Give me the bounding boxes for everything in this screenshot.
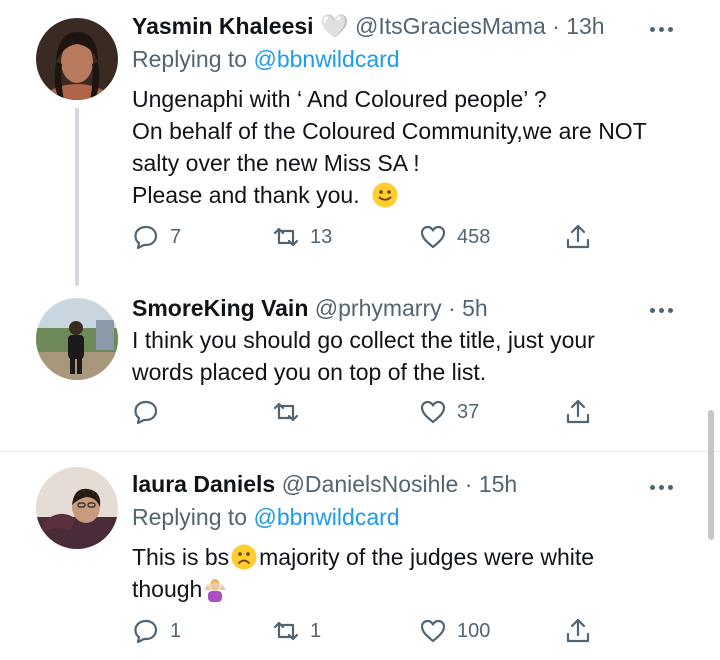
tweet-text: This is bs majority of the judges were w… bbox=[132, 541, 700, 605]
reply-count: 7 bbox=[170, 225, 182, 248]
tweet-actions: 1 1 100 bbox=[132, 616, 602, 646]
tweet-text-line: though bbox=[132, 573, 700, 605]
white-heart-emoji: 🤍 bbox=[319, 13, 349, 39]
tweet-2[interactable]: SmoreKing Vain @prhymarry · 5h I think y… bbox=[0, 285, 720, 450]
reply-icon bbox=[134, 225, 158, 250]
tweet-text-line: This is bs majority of the judges were w… bbox=[132, 541, 700, 573]
retweet-icon bbox=[273, 227, 299, 247]
share-icon bbox=[566, 399, 590, 424]
share-button[interactable] bbox=[564, 397, 592, 427]
more-icon[interactable] bbox=[650, 305, 680, 315]
retweet-button[interactable] bbox=[272, 397, 310, 427]
tweet-header: Yasmin Khaleesi 🤍 @ItsGraciesMama · 13h bbox=[132, 11, 700, 41]
retweet-icon bbox=[273, 621, 299, 641]
replying-to-label: Replying to bbox=[132, 504, 248, 530]
reply-button[interactable]: 1 bbox=[132, 616, 181, 646]
tweet-text-segment: though bbox=[132, 576, 203, 602]
tweet-text-segment: This is bs bbox=[132, 544, 230, 570]
tweet-text-line: salty over the new Miss SA ! bbox=[132, 150, 420, 176]
thread-line bbox=[75, 108, 79, 286]
share-icon bbox=[566, 224, 590, 249]
retweet-button[interactable]: 13 bbox=[272, 222, 332, 252]
like-count: 458 bbox=[457, 225, 491, 248]
more-icon[interactable] bbox=[650, 24, 680, 34]
avatar[interactable] bbox=[36, 298, 118, 380]
retweet-count: 1 bbox=[310, 619, 322, 642]
timestamp[interactable]: 5h bbox=[462, 295, 488, 321]
tweet-actions: 7 13 458 bbox=[132, 222, 602, 252]
avatar[interactable] bbox=[36, 467, 118, 549]
reply-mention-link[interactable]: @bbnwildcard bbox=[253, 504, 399, 530]
reply-icon bbox=[134, 619, 158, 644]
person-shrugging-emoji bbox=[202, 576, 228, 602]
reply-icon bbox=[134, 400, 158, 425]
like-button[interactable]: 458 bbox=[419, 222, 490, 252]
reply-button[interactable]: 7 bbox=[132, 222, 181, 252]
replying-to-label: Replying to bbox=[132, 46, 248, 72]
heart-icon bbox=[420, 400, 446, 424]
separator: · bbox=[464, 471, 473, 497]
like-button[interactable]: 100 bbox=[419, 616, 490, 646]
separator: · bbox=[552, 13, 560, 39]
share-button[interactable] bbox=[564, 222, 592, 252]
user-handle[interactable]: @prhymarry bbox=[315, 295, 442, 321]
tweet-text-line: On behalf of the Coloured Community,we a… bbox=[132, 118, 647, 144]
heart-icon bbox=[420, 225, 446, 249]
tweet-header: SmoreKing Vain @prhymarry · 5h bbox=[132, 293, 700, 323]
reply-count: 1 bbox=[170, 619, 182, 642]
timestamp[interactable]: 15h bbox=[479, 471, 517, 497]
tweet-text-line: Please and thank you. bbox=[132, 179, 700, 211]
tweet-actions: 37 bbox=[132, 397, 602, 427]
share-button[interactable] bbox=[564, 616, 592, 646]
slightly-smiling-face-emoji bbox=[372, 182, 398, 208]
like-count: 100 bbox=[457, 619, 491, 642]
timestamp[interactable]: 13h bbox=[566, 13, 604, 39]
heart-icon bbox=[420, 619, 446, 643]
tweet-3[interactable]: laura Daniels @DanielsNosihle · 15h Repl… bbox=[0, 452, 720, 660]
tweet-text-line: I think you should go collect the title,… bbox=[132, 327, 595, 353]
user-handle[interactable]: @ItsGraciesMama bbox=[355, 13, 546, 39]
retweet-count: 13 bbox=[310, 225, 333, 248]
display-name[interactable]: SmoreKing Vain bbox=[132, 295, 308, 321]
share-icon bbox=[566, 618, 590, 643]
user-handle[interactable]: @DanielsNosihle bbox=[282, 471, 459, 497]
tweet-text: I think you should go collect the title,… bbox=[132, 324, 700, 388]
more-icon[interactable] bbox=[650, 482, 680, 492]
frowning-face-emoji bbox=[231, 544, 257, 570]
tweet-text-segment: majority of the judges were white bbox=[259, 544, 595, 570]
like-count: 37 bbox=[457, 400, 480, 423]
tweet-header: laura Daniels @DanielsNosihle · 15h bbox=[132, 469, 700, 499]
retweet-icon bbox=[273, 402, 299, 422]
separator: · bbox=[448, 295, 456, 321]
retweet-button[interactable]: 1 bbox=[272, 616, 321, 646]
replying-to: Replying to @bbnwildcard bbox=[132, 43, 700, 75]
scrollbar[interactable] bbox=[708, 410, 714, 540]
replying-to: Replying to @bbnwildcard bbox=[132, 501, 700, 533]
display-name[interactable]: laura Daniels bbox=[132, 471, 275, 497]
tweet-1[interactable]: Yasmin Khaleesi 🤍 @ItsGraciesMama · 13h … bbox=[0, 0, 720, 286]
avatar[interactable] bbox=[36, 18, 118, 100]
tweet-text: Ungenaphi with ‘ And Coloured people’ ? … bbox=[132, 83, 700, 211]
tweet-text-segment: Please and thank you. bbox=[132, 182, 360, 208]
tweet-text-line: Ungenaphi with ‘ And Coloured people’ ? bbox=[132, 86, 547, 112]
like-button[interactable]: 37 bbox=[419, 397, 479, 427]
display-name[interactable]: Yasmin Khaleesi bbox=[132, 13, 314, 39]
tweet-text-line: words placed you on top of the list. bbox=[132, 359, 487, 385]
reply-button[interactable] bbox=[132, 397, 170, 427]
reply-mention-link[interactable]: @bbnwildcard bbox=[253, 46, 399, 72]
